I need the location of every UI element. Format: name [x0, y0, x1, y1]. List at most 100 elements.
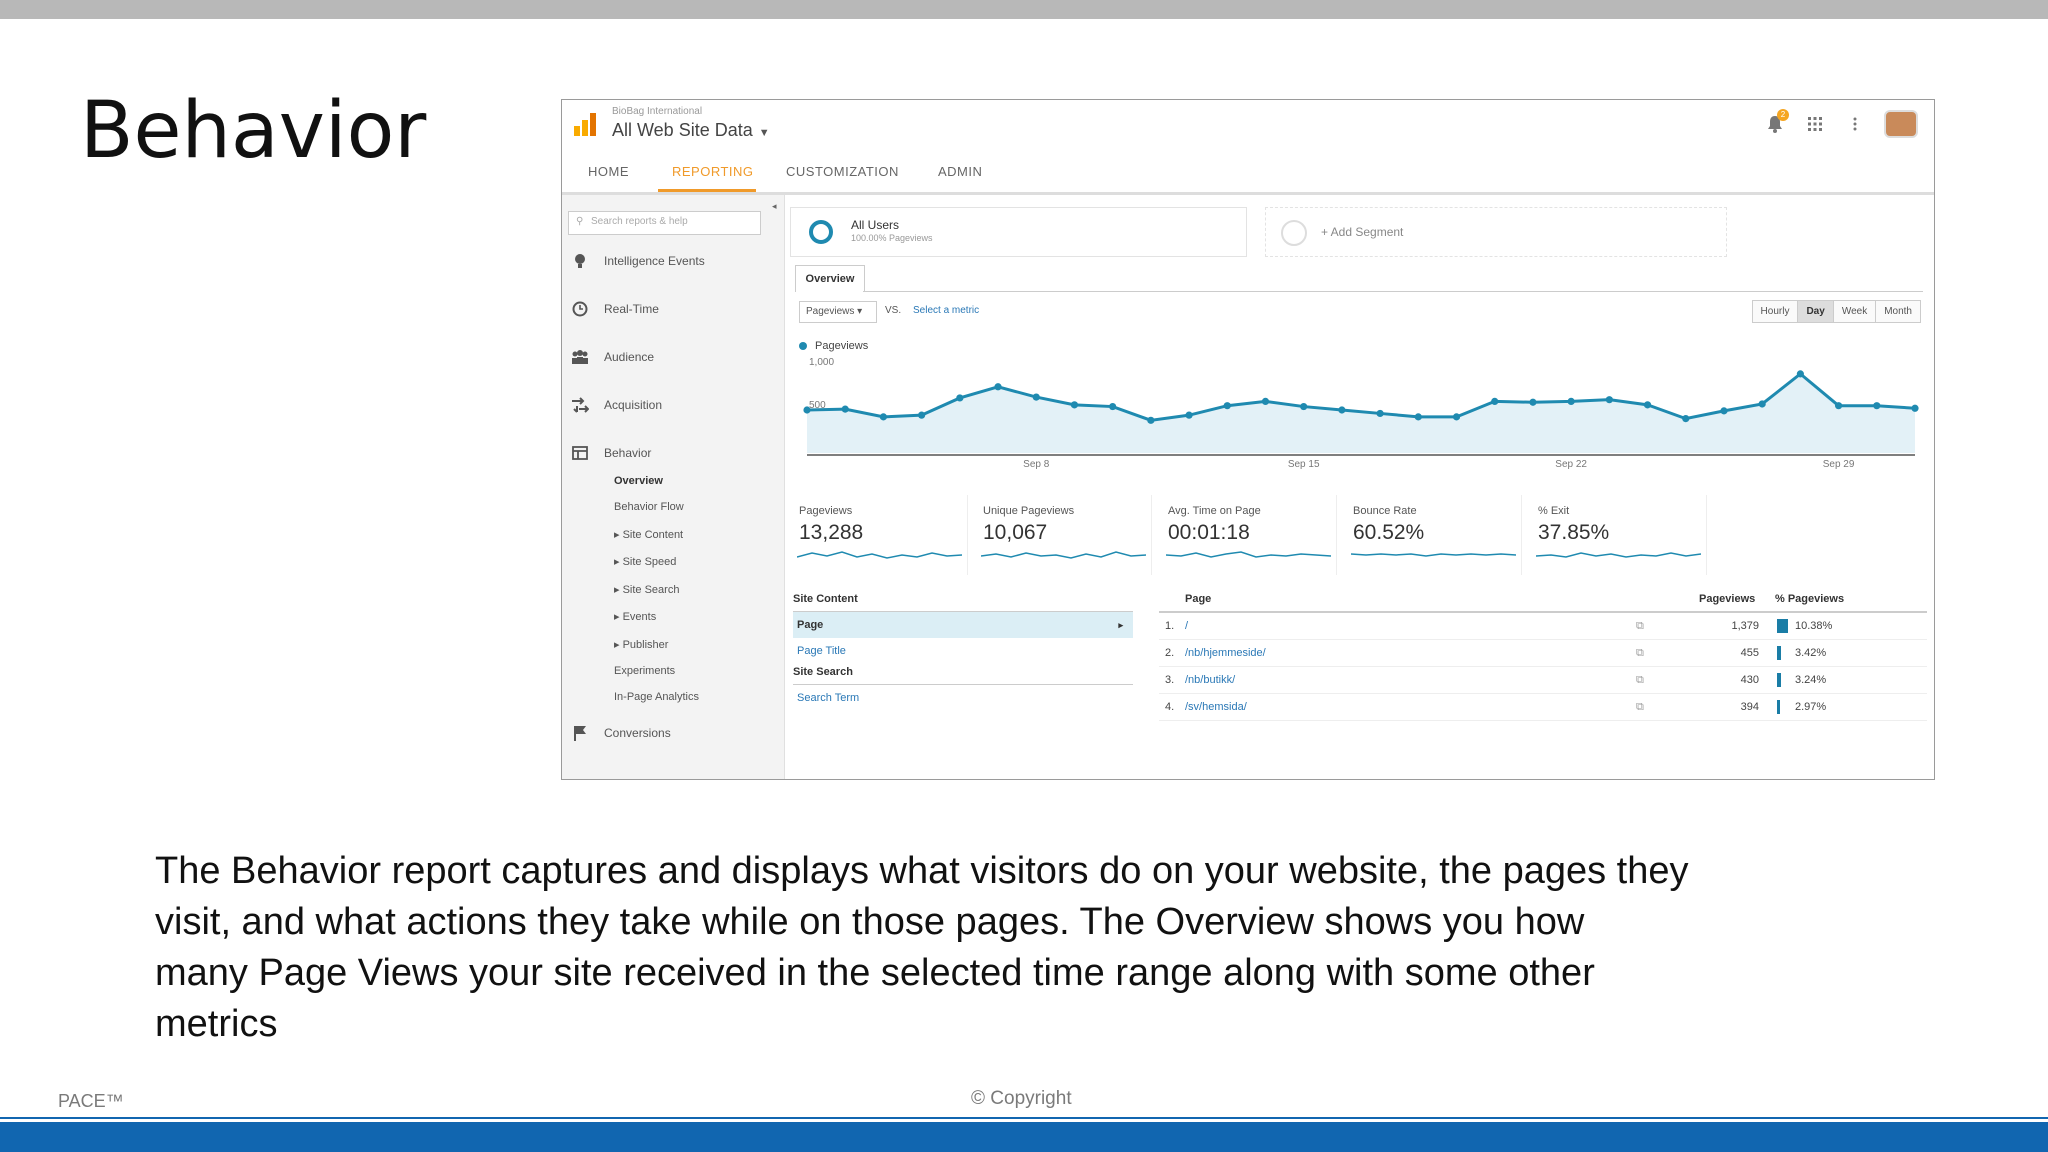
sidebar-sub-site-speed[interactable]: ▸ Site Speed: [614, 555, 676, 568]
behavior-icon: [570, 443, 590, 463]
segment-all-users[interactable]: All Users 100.00% Pageviews: [790, 207, 1247, 257]
table-row[interactable]: 2. /nb/hjemmeside/ ⧉ 455 3.42%: [1159, 640, 1927, 667]
row-pct-bar: [1777, 646, 1781, 660]
sidebar-sub-site-content[interactable]: ▸ Site Content: [614, 528, 683, 541]
sidebar-sub-in-page-analytics[interactable]: In-Page Analytics: [614, 691, 699, 703]
row-pageviews: 1,379: [1731, 620, 1759, 632]
open-external-icon[interactable]: ⧉: [1636, 647, 1644, 660]
avatar[interactable]: [1884, 110, 1918, 138]
table-row[interactable]: 4. /sv/hemsida/ ⧉ 394 2.97%: [1159, 694, 1927, 721]
analytics-screenshot: BioBag International All Web Site Data ▼ …: [561, 99, 1935, 780]
open-external-icon[interactable]: ⧉: [1636, 620, 1644, 633]
nav-customization[interactable]: CUSTOMIZATION: [786, 164, 899, 179]
table-row[interactable]: 1. / ⧉ 1,379 10.38%: [1159, 613, 1927, 640]
analytics-logo-icon[interactable]: [572, 112, 598, 136]
segment-empty-ring-icon: [1281, 220, 1307, 246]
sidebar-sub-overview[interactable]: Overview: [614, 475, 663, 487]
nav-active-underline: [658, 189, 756, 192]
scorecard-label: Unique Pageviews: [983, 505, 1075, 517]
scorecard-bounce-rate[interactable]: Bounce Rate 60.52%: [1345, 495, 1522, 575]
scorecard-pageviews[interactable]: Pageviews 13,288: [791, 495, 968, 575]
row-page-link[interactable]: /sv/hemsida/: [1185, 701, 1247, 713]
site-content-header: Site Content: [793, 593, 1133, 612]
sidebar-search-input[interactable]: ⚲ Search reports & help: [568, 211, 761, 235]
pageviews-point: [1873, 402, 1881, 410]
view-name: All Web Site Data: [612, 120, 753, 140]
nav-reporting[interactable]: REPORTING: [672, 164, 754, 179]
site-search-header: Site Search: [793, 666, 1133, 685]
header-icons: 2: [1764, 109, 1918, 138]
ga-main-panel: All Users 100.00% Pageviews + Add Segmen…: [785, 195, 1934, 779]
sidebar-sub-publisher[interactable]: ▸ Publisher: [614, 638, 668, 651]
sidebar-item-conversions[interactable]: Conversions: [570, 723, 671, 743]
sidebar-sub-site-search[interactable]: ▸ Site Search: [614, 583, 679, 596]
month-button[interactable]: Month: [1876, 301, 1920, 322]
select-metric-link[interactable]: Select a metric: [913, 305, 979, 316]
collapse-icon[interactable]: ◂: [772, 201, 777, 212]
sidebar-item-acquisition[interactable]: Acquisition: [570, 395, 662, 415]
sidebar-item-label: Audience: [604, 350, 655, 364]
hourly-button[interactable]: Hourly: [1752, 301, 1799, 322]
scorecard-unique-pageviews[interactable]: Unique Pageviews 10,067: [975, 495, 1152, 575]
row-page-link[interactable]: /: [1185, 620, 1188, 632]
pageviews-point: [1414, 413, 1422, 421]
add-segment-label: + Add Segment: [1321, 225, 1404, 239]
row-page-link[interactable]: /nb/hjemmeside/: [1185, 647, 1266, 659]
sidebar-item-real-time[interactable]: Real-Time: [570, 299, 659, 319]
slide-bottom-line: [0, 1117, 2048, 1119]
sidebar-sub-events[interactable]: ▸ Events: [614, 610, 656, 623]
slide-top-bar: [0, 0, 2048, 19]
nav-home[interactable]: HOME: [588, 164, 629, 179]
row-pct: 3.42%: [1795, 647, 1827, 659]
metric-select[interactable]: Pageviews ▾: [799, 301, 877, 323]
pageviews-point: [1223, 402, 1231, 410]
flag-icon: [570, 723, 590, 743]
view-selector[interactable]: All Web Site Data ▼: [612, 120, 770, 141]
dimension-page[interactable]: Page ▸: [793, 612, 1133, 638]
row-page-link[interactable]: /nb/butikk/: [1185, 674, 1235, 686]
description-line: The Behavior report captures and display…: [155, 850, 1689, 892]
ga-top-nav: HOME REPORTING CUSTOMIZATION ADMIN: [562, 152, 1934, 195]
scorecard-value: 60.52%: [1353, 521, 1425, 544]
nav-admin[interactable]: ADMIN: [938, 164, 982, 179]
arrows-icon: [570, 395, 590, 415]
tab-overview[interactable]: Overview: [795, 265, 865, 292]
segment-ring-icon: [809, 220, 833, 244]
sidebar-sub-experiments[interactable]: Experiments: [614, 665, 675, 677]
dimension-search-term[interactable]: Search Term: [793, 685, 1133, 711]
col-pageviews: Pageviews: [1699, 593, 1756, 605]
pageviews-point: [1643, 401, 1652, 409]
description-line: metrics: [155, 1003, 278, 1045]
add-segment-button[interactable]: + Add Segment: [1265, 207, 1727, 257]
sparkline: [981, 551, 1146, 559]
table-header: Page Pageviews % Pageviews: [1159, 593, 1927, 613]
segment-subtitle: 100.00% Pageviews: [851, 233, 933, 243]
row-pct-bar: [1777, 619, 1789, 633]
slide-title: Behavior: [80, 86, 427, 176]
more-vert-icon[interactable]: [1844, 113, 1866, 135]
pageviews-point: [803, 406, 811, 414]
slide-bottom-bar: [0, 1122, 2048, 1152]
week-button[interactable]: Week: [1833, 301, 1877, 322]
pageviews-point: [994, 383, 1002, 391]
segment-name: All Users: [851, 218, 900, 232]
scorecard-avg-time-on-page[interactable]: Avg. Time on Page 00:01:18: [1160, 495, 1337, 575]
sidebar-item-audience[interactable]: Audience: [570, 347, 654, 367]
open-external-icon[interactable]: ⧉: [1636, 674, 1644, 687]
sidebar-item-behavior[interactable]: Behavior: [570, 443, 651, 463]
bell-icon[interactable]: 2: [1764, 109, 1789, 135]
pageviews-point: [1185, 411, 1193, 419]
pageviews-point: [1147, 416, 1155, 424]
scorecard-exit[interactable]: % Exit 37.85%: [1530, 495, 1707, 575]
pageviews-point: [1452, 413, 1461, 421]
day-button[interactable]: Day: [1798, 301, 1834, 322]
table-row[interactable]: 3. /nb/butikk/ ⧉ 430 3.24%: [1159, 667, 1927, 694]
dimension-page-title[interactable]: Page Title: [793, 638, 1133, 664]
open-external-icon[interactable]: ⧉: [1636, 701, 1644, 714]
metric-select-value: Pageviews: [806, 306, 855, 317]
sidebar-sub-behavior-flow[interactable]: Behavior Flow: [614, 501, 684, 513]
apps-grid-icon[interactable]: [1804, 113, 1826, 135]
sidebar-search-placeholder: Search reports & help: [591, 216, 688, 227]
lightbulb-icon: [570, 251, 590, 271]
sidebar-item-intelligence-events[interactable]: Intelligence Events: [570, 251, 705, 271]
